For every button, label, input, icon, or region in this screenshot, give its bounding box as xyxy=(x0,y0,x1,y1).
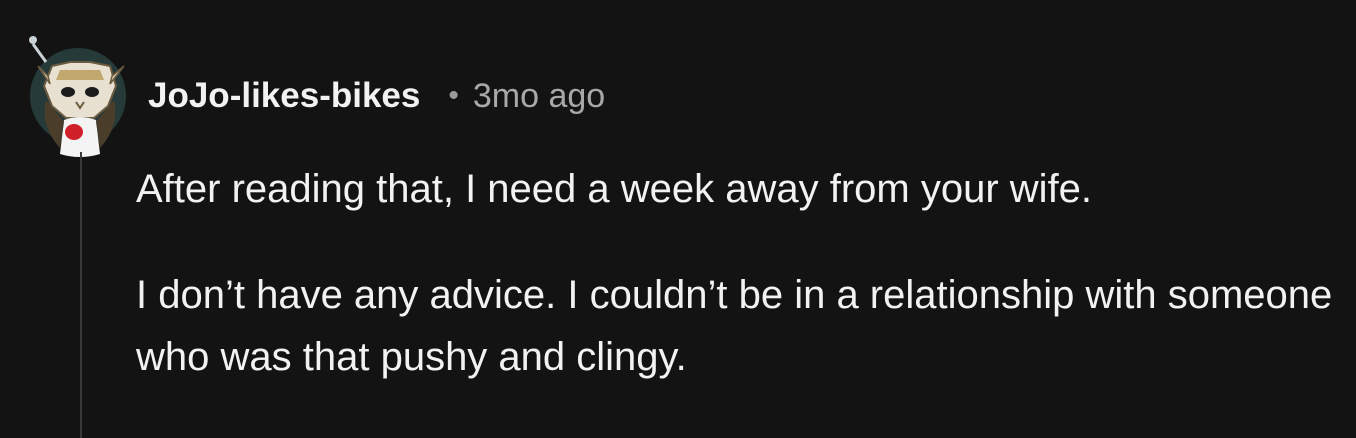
separator-dot: • xyxy=(448,79,459,112)
comment-header: JoJo-likes-bikes • 3mo ago xyxy=(148,72,605,120)
comment: JoJo-likes-bikes • 3mo ago After reading… xyxy=(0,0,1356,438)
comment-paragraph: After reading that, I need a week away f… xyxy=(136,167,1093,211)
comment-timestamp[interactable]: 3mo ago xyxy=(473,77,605,116)
comment-paragraph: I don’t have any advice. I couldn’t be i… xyxy=(136,273,1333,379)
user-avatar[interactable] xyxy=(29,36,126,157)
comment-body: After reading that, I need a week away f… xyxy=(136,158,1336,388)
author-link[interactable]: JoJo-likes-bikes xyxy=(148,76,420,116)
thread-line[interactable] xyxy=(80,152,82,438)
snoo-avatar-icon xyxy=(29,36,125,157)
